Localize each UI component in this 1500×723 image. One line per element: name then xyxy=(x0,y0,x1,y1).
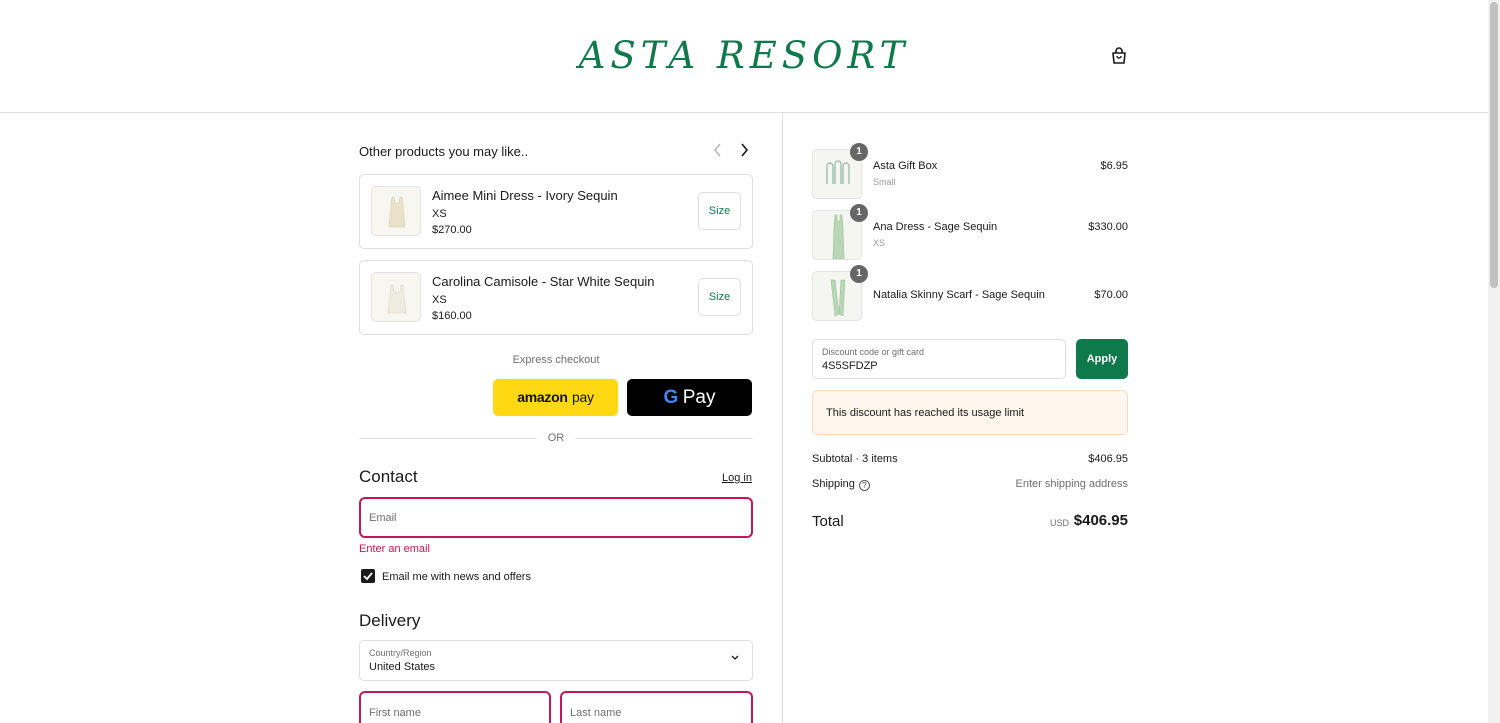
shipping-label-wrap: Shipping? xyxy=(812,478,870,491)
quantity-badge: 1 xyxy=(850,265,868,283)
line-item-variant: XS xyxy=(873,238,886,248)
amazon-pay-wordmark: amazon xyxy=(517,389,568,405)
subtotal-row: Subtotal · 3 items $406.95 xyxy=(812,453,1128,469)
express-checkout-label: Express checkout xyxy=(512,354,600,366)
discount-code-field[interactable]: Discount code or gift card 4S5SFDZP xyxy=(812,339,1066,379)
store-logo[interactable]: ASTA RESORT xyxy=(0,34,1488,77)
product-variant: XS xyxy=(432,294,447,306)
upsell-title: Other products you may like.. xyxy=(359,144,529,159)
line-item-name: Ana Dress - Sage Sequin xyxy=(873,221,998,233)
google-pay-label: Pay xyxy=(682,387,716,408)
delivery-heading: Delivery xyxy=(359,611,421,630)
discount-notice-text: This discount has reached its usage limi… xyxy=(826,407,1025,419)
amazon-pay-suffix: pay xyxy=(572,389,594,405)
subtotal-value: $406.95 xyxy=(1088,453,1128,465)
page-scrollbar[interactable] xyxy=(1488,0,1500,723)
line-item-variant: Small xyxy=(873,177,896,187)
product-price: $270.00 xyxy=(432,224,472,236)
first-name-field[interactable]: First name xyxy=(359,691,551,723)
last-name-field[interactable]: Last name xyxy=(560,691,753,723)
line-item-price: $70.00 xyxy=(1094,289,1128,301)
shipping-value: Enter shipping address xyxy=(1015,478,1128,490)
upsell-card: Carolina Camisole - Star White Sequin XS… xyxy=(359,260,753,335)
product-image xyxy=(371,186,421,236)
contact-heading: Contact xyxy=(359,467,418,486)
discount-notice: This discount has reached its usage limi… xyxy=(812,390,1128,435)
subtotal-label: Subtotal · 3 items xyxy=(812,453,898,465)
scrollbar-thumb[interactable] xyxy=(1490,2,1498,288)
newsletter-checkbox[interactable] xyxy=(361,569,375,583)
upsell-header: Other products you may like.. xyxy=(359,143,753,161)
first-name-placeholder: First name xyxy=(369,707,421,719)
email-placeholder: Email xyxy=(369,512,397,524)
country-value: United States xyxy=(369,661,436,673)
or-divider: OR xyxy=(359,432,753,446)
email-error: Enter an email xyxy=(359,543,430,555)
google-g-icon: G xyxy=(663,387,679,408)
upsell-card: Aimee Mini Dress - Ivory Sequin XS $270.… xyxy=(359,174,753,249)
country-label: Country/Region xyxy=(369,648,432,658)
chevron-left-icon[interactable] xyxy=(713,143,727,161)
last-name-placeholder: Last name xyxy=(570,707,622,719)
email-field[interactable]: Email xyxy=(359,497,753,538)
country-select[interactable]: Country/Region United States xyxy=(359,640,753,681)
total-label: Total xyxy=(812,513,844,530)
product-name: Carolina Camisole - Star White Sequin xyxy=(432,274,655,289)
line-item-price: $330.00 xyxy=(1088,221,1128,233)
product-name: Aimee Mini Dress - Ivory Sequin xyxy=(432,188,618,203)
shipping-label: Shipping xyxy=(812,478,855,490)
discount-label: Discount code or gift card xyxy=(822,347,925,357)
newsletter-label[interactable]: Email me with news and offers xyxy=(382,571,531,583)
line-item-name: Natalia Skinny Scarf - Sage Sequin xyxy=(873,289,1045,301)
total-amount: $406.95 xyxy=(1073,512,1128,529)
quantity-badge: 1 xyxy=(850,143,868,161)
shopping-bag-icon[interactable] xyxy=(1109,46,1129,66)
line-item-price: $6.95 xyxy=(1100,160,1128,172)
order-line-item: 1 Natalia Skinny Scarf - Sage Sequin $70… xyxy=(812,265,1128,323)
product-image xyxy=(371,272,421,322)
order-line-item: 1 Ana Dress - Sage Sequin XS $330.00 xyxy=(812,204,1128,262)
order-line-item: 1 Asta Gift Box Small $6.95 xyxy=(812,143,1128,201)
discount-value: 4S5SFDZP xyxy=(822,360,878,372)
total-currency: USD xyxy=(1050,518,1070,528)
product-variant: XS xyxy=(432,208,447,220)
login-link[interactable]: Log in xyxy=(722,472,752,484)
divider-line xyxy=(575,438,753,439)
line-item-name: Asta Gift Box xyxy=(873,160,938,172)
amazon-pay-button[interactable]: amazon pay xyxy=(493,379,618,416)
chevron-right-icon[interactable] xyxy=(739,143,753,161)
apply-discount-button[interactable]: Apply xyxy=(1076,339,1128,379)
size-button[interactable]: Size xyxy=(698,192,741,230)
product-price: $160.00 xyxy=(432,310,472,322)
chevron-down-icon xyxy=(730,653,740,666)
column-divider xyxy=(782,113,783,723)
help-icon[interactable]: ? xyxy=(858,480,870,491)
quantity-badge: 1 xyxy=(850,204,868,222)
size-button[interactable]: Size xyxy=(698,278,741,316)
site-header: ASTA RESORT xyxy=(0,0,1488,113)
google-pay-button[interactable]: G Pay xyxy=(627,379,752,416)
shipping-row: Shipping? Enter shipping address xyxy=(812,478,1128,494)
